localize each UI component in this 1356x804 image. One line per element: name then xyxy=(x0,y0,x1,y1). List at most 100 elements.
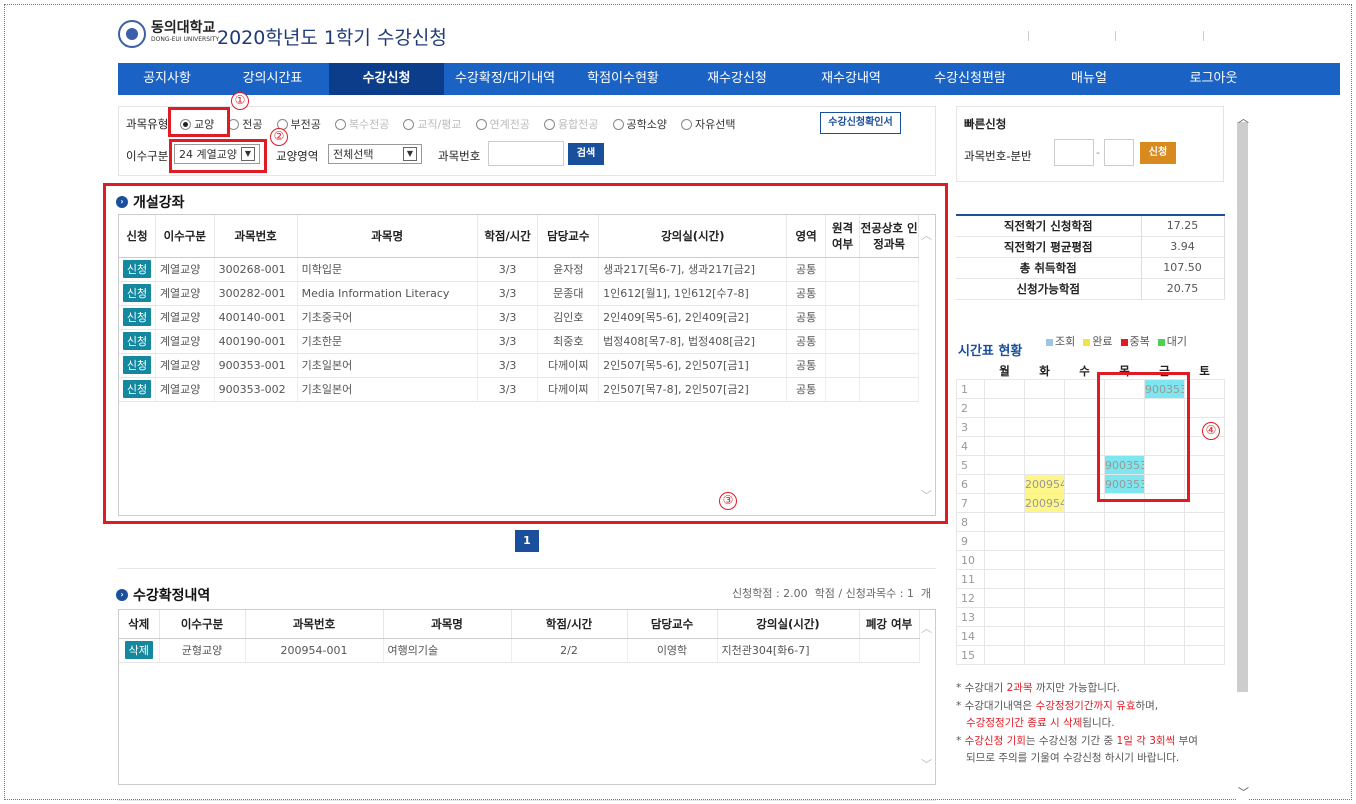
quick-course-no-input[interactable] xyxy=(1054,139,1094,166)
nav-item[interactable]: 매뉴얼 xyxy=(1032,63,1146,95)
search-button[interactable]: 검색 xyxy=(568,143,604,165)
timetable-cell[interactable] xyxy=(1144,569,1185,589)
timetable-cell[interactable] xyxy=(1024,417,1065,437)
timetable-cell[interactable] xyxy=(1104,512,1145,532)
timetable-cell[interactable] xyxy=(1144,588,1185,608)
timetable-cell[interactable] xyxy=(1024,436,1065,456)
quick-apply-button[interactable]: 신청 xyxy=(1140,142,1176,164)
timetable-cell[interactable] xyxy=(1184,569,1225,589)
subject-type-radio[interactable]: 자유선택 xyxy=(681,116,735,132)
timetable-cell[interactable] xyxy=(984,626,1025,646)
timetable-cell[interactable] xyxy=(984,398,1025,418)
timetable-cell[interactable] xyxy=(1184,493,1225,513)
timetable-cell[interactable] xyxy=(1184,455,1225,475)
timetable-cell[interactable] xyxy=(1064,569,1105,589)
nav-item[interactable]: 수강신청 xyxy=(329,63,444,95)
timetable-cell[interactable] xyxy=(1104,626,1145,646)
timetable-cell[interactable] xyxy=(1104,550,1145,570)
timetable-cell[interactable] xyxy=(984,588,1025,608)
timetable-cell[interactable] xyxy=(984,569,1025,589)
timetable-cell[interactable] xyxy=(1064,512,1105,532)
timetable-cell[interactable] xyxy=(1104,569,1145,589)
quick-section-input[interactable] xyxy=(1104,139,1134,166)
timetable-cell[interactable] xyxy=(1144,607,1185,627)
timetable-cell[interactable] xyxy=(1024,550,1065,570)
timetable-cell[interactable] xyxy=(1104,588,1145,608)
timetable-cell[interactable] xyxy=(1064,588,1105,608)
timetable-cell[interactable] xyxy=(1184,474,1225,494)
timetable-cell[interactable] xyxy=(1024,588,1065,608)
timetable-cell[interactable]: 200954 xyxy=(1024,493,1065,513)
timetable-cell[interactable] xyxy=(984,645,1025,665)
area-select[interactable]: 전체선택 ▼ xyxy=(328,144,422,164)
timetable-cell[interactable] xyxy=(1184,607,1225,627)
page-1-button[interactable]: 1 xyxy=(515,530,539,552)
timetable-cell[interactable] xyxy=(1024,379,1065,399)
timetable-cell[interactable] xyxy=(1184,588,1225,608)
timetable-cell[interactable] xyxy=(984,474,1025,494)
subject-type-radio[interactable]: 융합전공 xyxy=(544,116,599,132)
timetable-cell[interactable] xyxy=(984,436,1025,456)
timetable-cell[interactable] xyxy=(1024,398,1065,418)
timetable-cell[interactable] xyxy=(1144,550,1185,570)
scroll-up-icon[interactable]: ︿ xyxy=(1238,110,1249,126)
timetable-cell[interactable] xyxy=(1144,626,1185,646)
timetable-cell[interactable] xyxy=(1024,607,1065,627)
timetable-cell[interactable] xyxy=(1184,626,1225,646)
nav-item[interactable]: 강의시간표 xyxy=(216,63,329,95)
subject-type-radio[interactable]: 교직/평교 xyxy=(403,116,462,132)
timetable-cell[interactable] xyxy=(1104,645,1145,665)
timetable-cell[interactable] xyxy=(1144,645,1185,665)
timetable-cell[interactable] xyxy=(984,417,1025,437)
timetable-cell[interactable] xyxy=(984,379,1025,399)
timetable-cell[interactable] xyxy=(1184,531,1225,551)
timetable-cell[interactable] xyxy=(1064,550,1105,570)
timetable-cell[interactable] xyxy=(984,493,1025,513)
page-scrollbar-thumb[interactable] xyxy=(1237,122,1248,692)
timetable-cell[interactable] xyxy=(1184,645,1225,665)
delete-button[interactable]: 삭제 xyxy=(124,641,153,659)
nav-item[interactable]: 재수강신청 xyxy=(680,63,794,95)
timetable-cell[interactable] xyxy=(1144,512,1185,532)
subject-type-radio[interactable]: 복수전공 xyxy=(334,116,389,132)
timetable-cell[interactable] xyxy=(1184,512,1225,532)
course-no-input[interactable] xyxy=(488,141,564,166)
university-logo[interactable]: 동의대학교 DONG-EUI UNIVERSITY xyxy=(118,20,219,48)
timetable-cell[interactable] xyxy=(1064,607,1105,627)
scroll-down-icon[interactable]: ﹀ xyxy=(1238,784,1249,800)
timetable-cell[interactable] xyxy=(1184,379,1225,399)
timetable-cell[interactable] xyxy=(1024,455,1065,475)
timetable-cell[interactable] xyxy=(1024,569,1065,589)
timetable-cell[interactable] xyxy=(1184,398,1225,418)
confirmation-button[interactable]: 수강신청확인서 xyxy=(820,112,901,134)
timetable-cell[interactable] xyxy=(1184,436,1225,456)
timetable-cell[interactable] xyxy=(1064,626,1105,646)
timetable-cell[interactable] xyxy=(1024,531,1065,551)
subject-type-radio[interactable]: 연계전공 xyxy=(475,116,530,132)
nav-item[interactable]: 재수강내역 xyxy=(794,63,908,95)
timetable-cell[interactable] xyxy=(1024,645,1065,665)
subject-type-radio[interactable]: 공학소양 xyxy=(612,116,667,132)
timetable-cell[interactable]: 200954 xyxy=(1024,474,1065,494)
nav-item[interactable]: 수강확정/대기내역 xyxy=(444,63,566,95)
nav-item[interactable]: 로그아웃 xyxy=(1146,63,1281,95)
nav-item[interactable]: 공지사항 xyxy=(118,63,216,95)
timetable-cell[interactable] xyxy=(984,531,1025,551)
timetable-cell[interactable] xyxy=(1064,645,1105,665)
timetable-cell[interactable] xyxy=(1184,550,1225,570)
timetable-cell[interactable] xyxy=(984,512,1025,532)
timetable-cell[interactable] xyxy=(984,455,1025,475)
timetable-cell[interactable] xyxy=(1024,512,1065,532)
timetable-cell[interactable] xyxy=(1104,607,1145,627)
timetable-cell[interactable] xyxy=(1024,626,1065,646)
nav-item[interactable]: 수강신청편람 xyxy=(908,63,1032,95)
timetable-cell[interactable] xyxy=(984,550,1025,570)
timetable-cell[interactable] xyxy=(1144,531,1185,551)
timetable-cell[interactable] xyxy=(984,607,1025,627)
nav-item[interactable]: 학점이수현황 xyxy=(566,63,680,95)
subject-type-radio[interactable]: 전공 xyxy=(228,116,263,132)
timetable-cell[interactable] xyxy=(1104,531,1145,551)
scroll-up-icon[interactable]: ︿ xyxy=(921,620,932,636)
scroll-down-icon[interactable]: ﹀ xyxy=(921,756,932,772)
timetable-cell[interactable] xyxy=(1064,531,1105,551)
